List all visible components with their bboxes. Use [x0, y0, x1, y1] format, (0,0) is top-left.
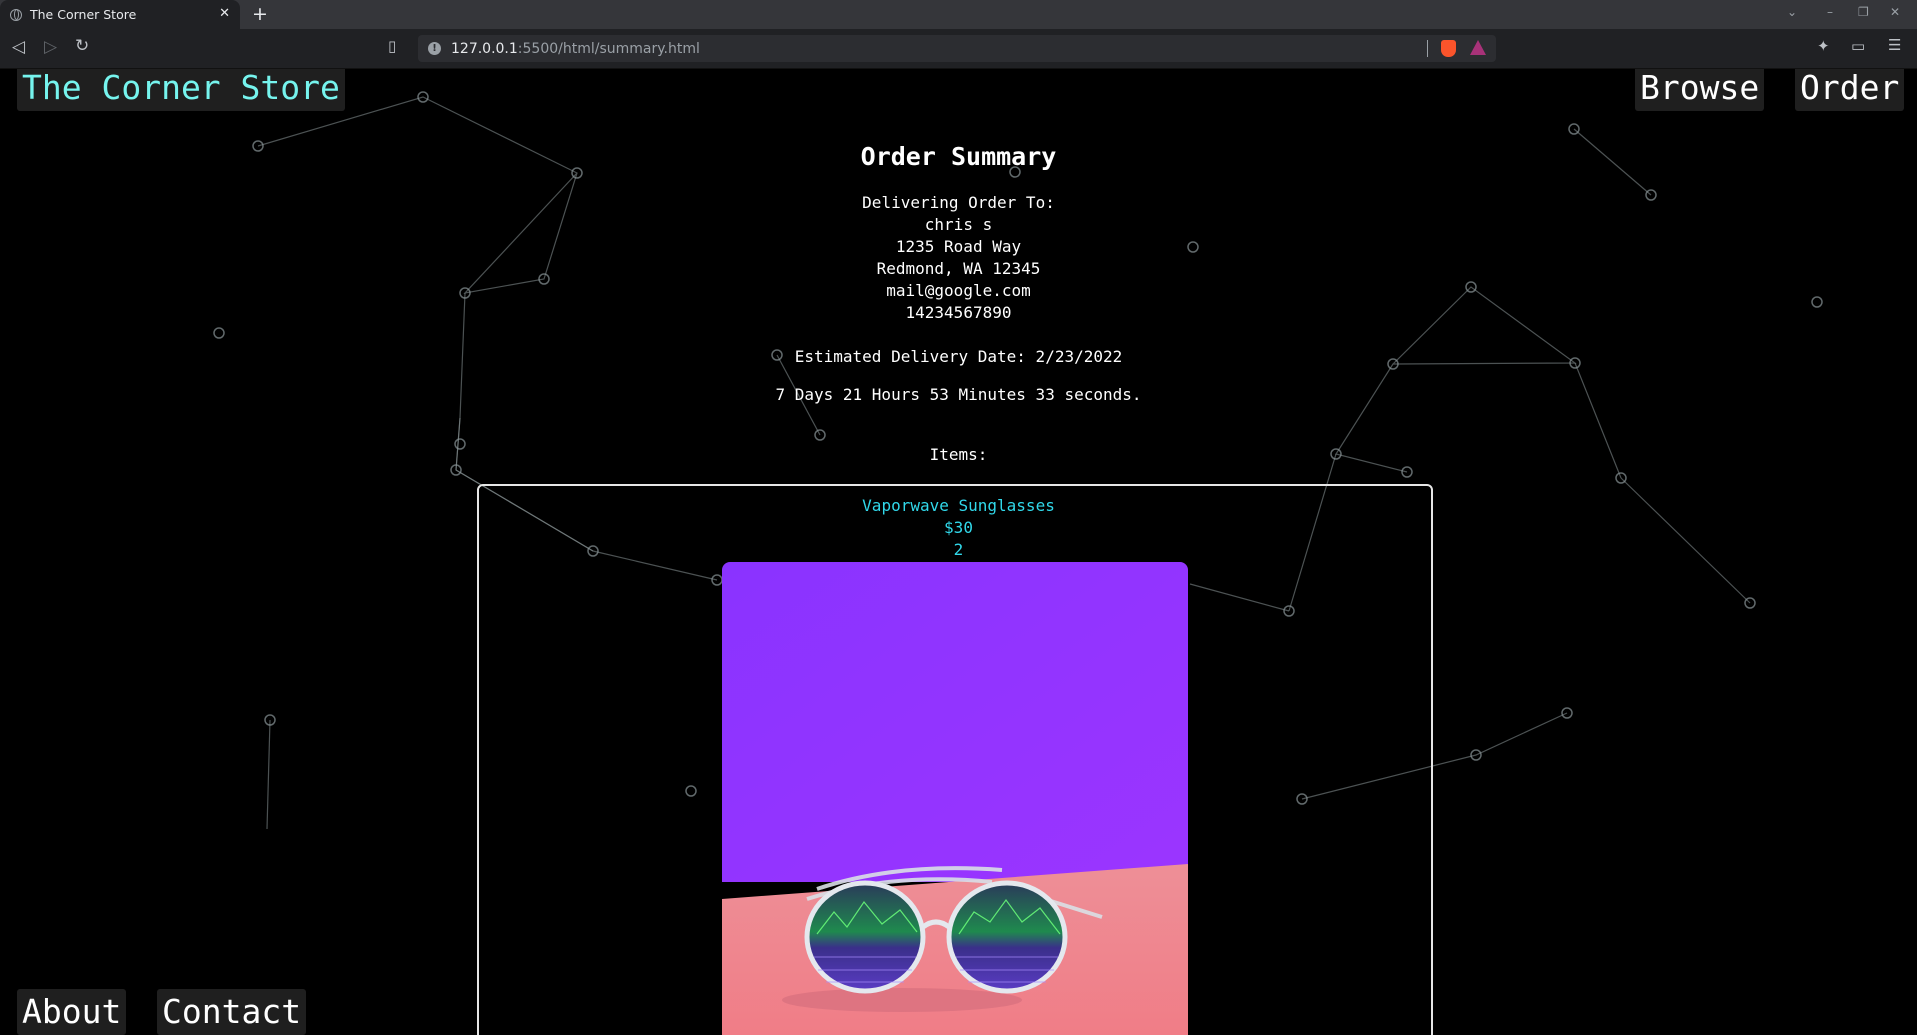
- item-quantity: 2: [953, 540, 964, 559]
- brave-rewards-icon[interactable]: [1470, 40, 1486, 55]
- url-path: :5500/html/summary.html: [517, 40, 700, 57]
- contact-button[interactable]: Contact: [157, 989, 307, 1035]
- wallet-icon[interactable]: ▭: [1851, 37, 1865, 55]
- delivery-countdown: 7 Days 21 Hours 53 Minutes 33 seconds.: [775, 385, 1142, 404]
- customer-phone: 14234567890: [905, 303, 1012, 322]
- brand-title: The Corner Store: [22, 69, 340, 107]
- tab-title: The Corner Store: [30, 7, 137, 22]
- page-viewport: The Corner Store Browse Order About Cont…: [0, 69, 1917, 1035]
- order-button[interactable]: Order: [1795, 69, 1905, 111]
- brand-home-link[interactable]: The Corner Store: [17, 69, 345, 111]
- city-state-zip: Redmond, WA 12345: [876, 259, 1041, 278]
- address-bar[interactable]: ! 127.0.0.1:5500/html/summary.html: [418, 35, 1496, 62]
- close-window-icon[interactable]: ✕: [1890, 5, 1900, 19]
- browser-tab-bar: The Corner Store ✕ + ⌄ – ❐ ✕: [0, 0, 1917, 29]
- item-name: Vaporwave Sunglasses: [862, 496, 1055, 515]
- url-host: 127.0.0.1: [451, 40, 518, 57]
- vaporwave-sunglasses-photo: [722, 562, 1188, 1035]
- items-label: Items:: [929, 445, 988, 464]
- browse-button[interactable]: Browse: [1635, 69, 1765, 111]
- tab-list-icon[interactable]: ⌄: [1787, 5, 1797, 19]
- about-button[interactable]: About: [17, 989, 127, 1035]
- delivery-address: Delivering Order To: chris s 1235 Road W…: [0, 192, 1917, 324]
- reload-icon[interactable]: ↻: [75, 36, 89, 56]
- tab-close-icon[interactable]: ✕: [219, 6, 230, 21]
- item-price: $30: [944, 518, 973, 537]
- url-divider: [1427, 40, 1428, 57]
- extensions-icon[interactable]: ✦: [1817, 37, 1830, 55]
- brave-shields-icon[interactable]: [1441, 40, 1456, 57]
- customer-name: chris s: [924, 215, 993, 234]
- browser-tab[interactable]: The Corner Store ✕: [0, 0, 240, 29]
- estimated-delivery-date: Estimated Delivery Date: 2/23/2022: [794, 347, 1123, 366]
- order-item-info: Vaporwave Sunglasses $30 2: [0, 495, 1917, 561]
- back-icon[interactable]: ◁: [12, 37, 25, 57]
- delivery-heading: Delivering Order To:: [862, 193, 1055, 212]
- globe-icon: [10, 8, 22, 21]
- menu-icon[interactable]: ☰: [1888, 36, 1901, 54]
- new-tab-icon[interactable]: +: [252, 3, 268, 25]
- browser-toolbar: ◁ ▷ ↻ ▯ ! 127.0.0.1:5500/html/summary.ht…: [0, 29, 1917, 69]
- street-address: 1235 Road Way: [895, 237, 1022, 256]
- minimize-icon[interactable]: –: [1827, 5, 1833, 19]
- forward-icon[interactable]: ▷: [44, 37, 57, 57]
- restore-icon[interactable]: ❐: [1858, 5, 1869, 19]
- customer-email: mail@google.com: [886, 281, 1031, 300]
- bookmark-icon[interactable]: ▯: [388, 37, 396, 55]
- site-info-icon[interactable]: !: [428, 42, 441, 55]
- page-title: Order Summary: [860, 142, 1057, 171]
